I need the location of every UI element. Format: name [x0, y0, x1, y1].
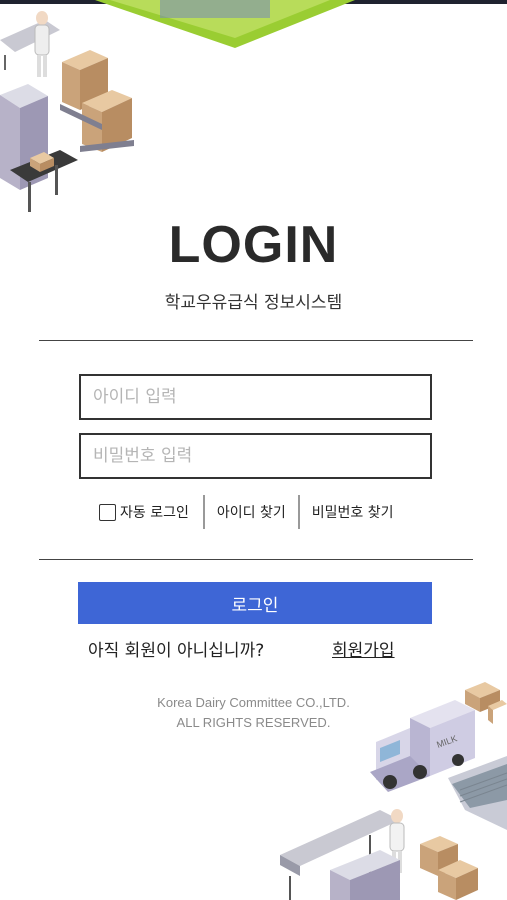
signup-link[interactable]: 회원가입: [332, 636, 395, 661]
page-title: LOGIN: [168, 216, 339, 274]
auto-login-checkbox[interactable]: [99, 503, 116, 521]
password-input[interactable]: [79, 433, 432, 479]
login-options: 자동 로그인 아이디 찾기 비밀번호 찾기: [99, 494, 405, 530]
signup-question: 아직 회원이 아니십니까?: [88, 641, 265, 661]
divider-bottom: [39, 559, 473, 560]
auto-login-option[interactable]: 자동 로그인: [99, 502, 203, 522]
divider-top: [39, 340, 473, 341]
delivery-illustration-bottom: MILK: [280, 682, 507, 900]
id-input[interactable]: [79, 374, 432, 420]
signup-row: 아직 회원이 아니십니까? 회원가입: [88, 636, 418, 661]
find-password-link[interactable]: 비밀번호 찾기: [300, 502, 406, 522]
find-id-link[interactable]: 아이디 찾기: [205, 502, 298, 522]
warehouse-illustration-top: [0, 0, 355, 212]
auto-login-label: 자동 로그인: [120, 505, 189, 521]
system-subtitle: 학교우유급식 정보시스템: [164, 293, 343, 313]
login-button[interactable]: 로그인: [78, 582, 432, 624]
